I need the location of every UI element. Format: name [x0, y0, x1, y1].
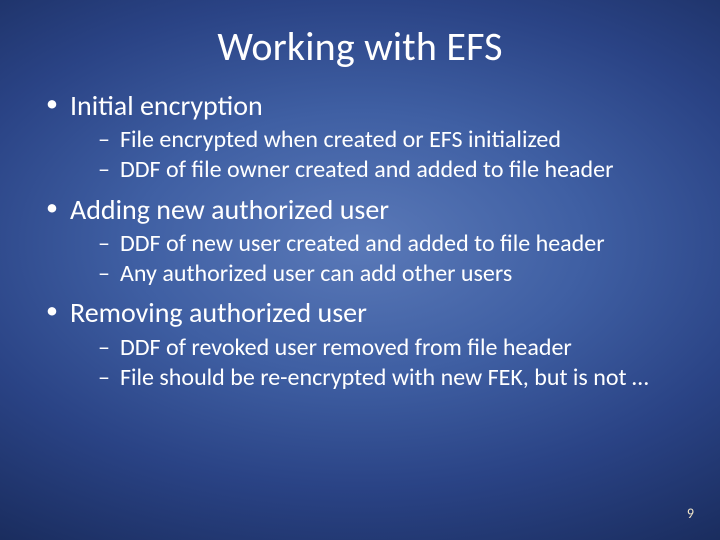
bullet-text: Removing authorized user [70, 295, 367, 330]
slide: Working with EFS Initial encryption File… [0, 0, 720, 540]
sub-item: File encrypted when created or EFS initi… [98, 125, 690, 154]
sub-item: DDF of file owner created and added to f… [98, 155, 690, 184]
sub-list: File encrypted when created or EFS initi… [70, 125, 690, 185]
sub-list: DDF of revoked user removed from file he… [70, 333, 690, 393]
sub-item: File should be re-encrypted with new FEK… [98, 363, 690, 392]
page-number: 9 [687, 505, 694, 522]
slide-title: Working with EFS [0, 0, 720, 71]
bullet-text: Adding new authorized user [70, 192, 389, 227]
sub-list: DDF of new user created and added to fil… [70, 229, 690, 289]
bullet-item: Initial encryption File encrypted when c… [46, 89, 690, 185]
bullet-item: Adding new authorized user DDF of new us… [46, 193, 690, 289]
bullet-item: Removing authorized user DDF of revoked … [46, 296, 690, 392]
sub-item: DDF of new user created and added to fil… [98, 229, 690, 258]
sub-item: DDF of revoked user removed from file he… [98, 333, 690, 362]
sub-item: Any authorized user can add other users [98, 259, 690, 288]
bullet-text: Initial encryption [70, 88, 263, 123]
slide-content: Initial encryption File encrypted when c… [0, 71, 720, 392]
bullet-list: Initial encryption File encrypted when c… [30, 89, 690, 392]
